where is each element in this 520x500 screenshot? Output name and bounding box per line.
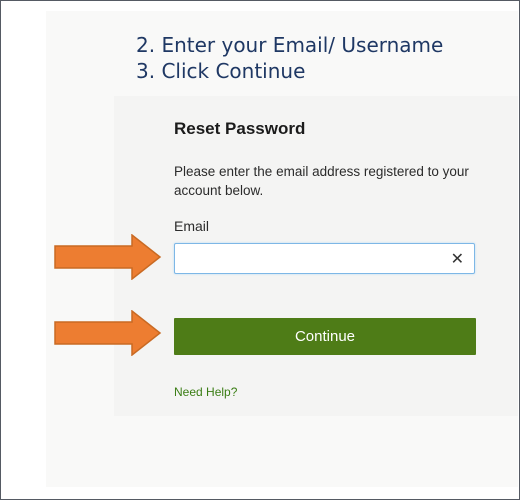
clear-icon[interactable]: ✕	[451, 249, 464, 268]
reset-password-description: Please enter the email address registere…	[174, 164, 469, 198]
email-field[interactable]: ✕	[174, 243, 475, 274]
email-input[interactable]	[175, 244, 435, 273]
instruction-step-2: 2. Enter your Email/ Username	[136, 33, 444, 57]
instruction-step-3: 3. Click Continue	[136, 59, 306, 83]
continue-button[interactable]: Continue	[174, 318, 476, 355]
instructions: 2. Enter your Email/ Username 3. Click C…	[136, 32, 443, 84]
email-label: Email	[174, 218, 210, 234]
arrow-to-email-icon	[54, 234, 162, 280]
need-help-link[interactable]: Need Help?	[174, 385, 237, 399]
arrow-to-continue-icon	[54, 310, 162, 356]
reset-password-title: Reset Password	[174, 119, 306, 138]
